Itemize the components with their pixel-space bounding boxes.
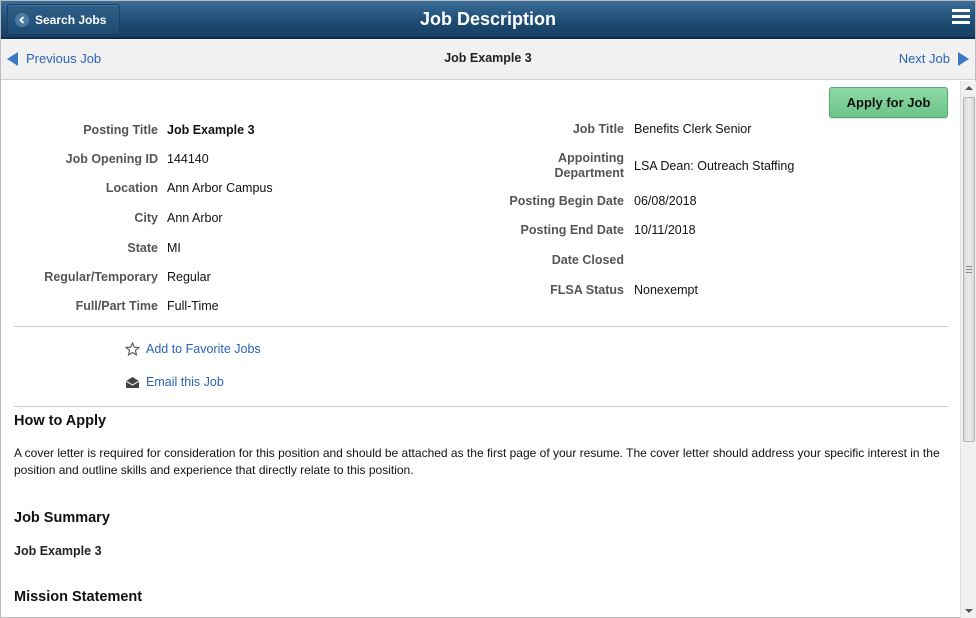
field-date-closed: Date Closed (1, 253, 634, 268)
field-flsa-status: FLSA Status Nonexempt (1, 283, 698, 298)
triangle-right-icon (958, 51, 969, 66)
field-job-title: Job Title Benefits Clerk Senior (1, 122, 752, 137)
hamburger-menu-icon[interactable] (952, 9, 970, 27)
add-to-favorites-label: Add to Favorite Jobs (146, 342, 261, 356)
next-job-link[interactable]: Next Job (899, 51, 969, 66)
chevron-left-icon (15, 12, 29, 27)
scroll-up-arrow-icon[interactable] (965, 86, 973, 90)
field-value: Full-Time (167, 299, 219, 313)
job-summary-text: Job Example 3 (14, 544, 102, 558)
top-banner: Search Jobs Job Description (1, 1, 975, 39)
previous-job-link[interactable]: Previous Job (7, 51, 101, 66)
field-value: 10/11/2018 (634, 223, 696, 237)
previous-job-label: Previous Job (26, 51, 102, 66)
field-label: Full/Part Time (75, 299, 158, 313)
field-label: Job Title (572, 122, 624, 136)
field-label: Posting Begin Date (509, 194, 624, 208)
envelope-icon (125, 376, 140, 388)
add-to-favorites-link[interactable]: Add to Favorite Jobs (125, 342, 261, 356)
scrollbar-thumb[interactable] (963, 97, 975, 442)
apply-for-job-button[interactable]: Apply for Job (829, 87, 948, 118)
email-job-label: Email this Job (146, 375, 224, 389)
how-to-apply-heading: How to Apply (14, 413, 107, 429)
email-job-link[interactable]: Email this Job (125, 375, 224, 389)
back-button-label: Search Jobs (35, 12, 107, 27)
field-label: Appointing Department (1, 151, 624, 181)
field-label-line1: Appointing (558, 151, 624, 165)
field-value: Benefits Clerk Senior (634, 122, 752, 136)
job-summary-heading: Job Summary (14, 510, 110, 526)
job-details-content: Apply for Job Posting Title Job Example … (1, 81, 959, 618)
job-navigation-bar: Previous Job Job Example 3 Next Job (1, 39, 975, 80)
next-job-label: Next Job (898, 51, 950, 66)
how-to-apply-text: A cover letter is required for considera… (14, 446, 940, 477)
page-title: Job Description (419, 9, 557, 29)
field-value: Nonexempt (634, 283, 698, 297)
field-label-line2: Department (554, 166, 624, 180)
current-job-title: Job Example 3 (444, 51, 532, 65)
star-icon (125, 342, 140, 356)
field-posting-begin-date: Posting Begin Date 06/08/2018 (1, 194, 697, 209)
vertical-scrollbar[interactable] (960, 81, 976, 618)
field-label: Posting End Date (520, 223, 624, 237)
search-jobs-back-button[interactable]: Search Jobs (7, 4, 120, 35)
field-full-part-time: Full/Part Time Full-Time (1, 299, 219, 314)
field-label: FLSA Status (550, 283, 624, 297)
field-appointing-department: Appointing Department LSA Dean: Outreach… (1, 151, 795, 181)
field-label: Date Closed (551, 253, 624, 267)
divider (14, 406, 948, 407)
mission-statement-heading: Mission Statement (14, 589, 143, 605)
field-posting-end-date: Posting End Date 10/11/2018 (1, 223, 696, 238)
scroll-down-arrow-icon[interactable] (965, 609, 973, 613)
grip-icon (966, 266, 972, 275)
triangle-left-icon (7, 51, 18, 66)
field-value: 06/08/2018 (634, 194, 697, 208)
field-value: LSA Dean: Outreach Staffing (634, 158, 795, 173)
divider (14, 326, 948, 327)
